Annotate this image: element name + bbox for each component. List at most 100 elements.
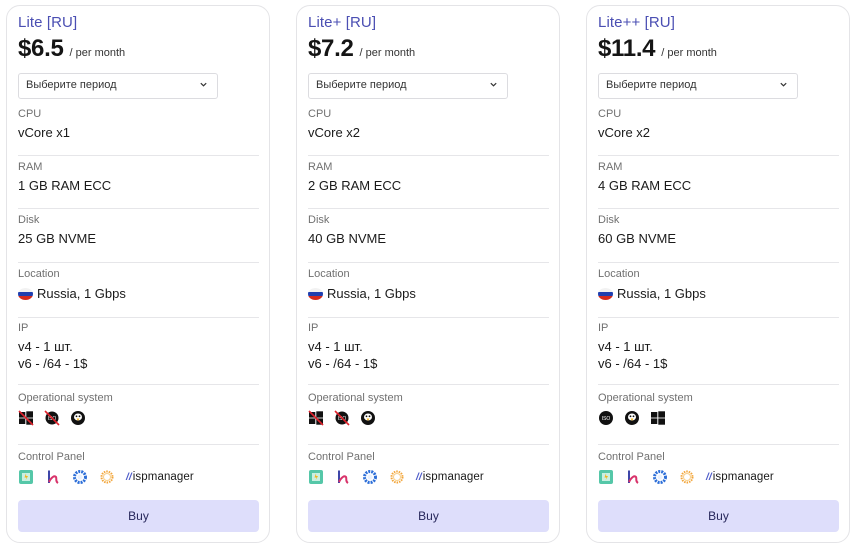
linux-icon: [624, 410, 640, 426]
cpu-value: vCore x2: [308, 125, 361, 140]
disk-label: Disk: [18, 214, 40, 226]
divider: [598, 317, 839, 318]
ip-v6-value: v6 - /64 - 1$: [308, 356, 378, 371]
control-panel-section: Control Panel // ispmanager: [18, 451, 259, 501]
ip-label: IP: [308, 322, 319, 334]
svg-text:ISO: ISO: [602, 416, 611, 422]
cpu-label: CPU: [308, 108, 332, 120]
cpu-section: CPU vCore x2: [308, 108, 549, 156]
divider: [598, 208, 839, 209]
os-label: Operational system: [598, 392, 693, 404]
cpu-value: vCore x1: [18, 125, 71, 140]
plan-title: Lite [RU]: [18, 14, 78, 31]
linux-icon: [360, 410, 376, 426]
period-select[interactable]: Выберите период: [598, 73, 798, 99]
ram-section: RAM 2 GB RAM ECC: [308, 161, 549, 209]
linux-icon: [70, 410, 86, 426]
ispmanager-label: ispmanager: [712, 471, 774, 483]
buy-button[interactable]: Buy: [308, 500, 549, 532]
iso-disabled-icon: ISO: [44, 410, 60, 426]
ram-value: 4 GB RAM ECC: [598, 178, 692, 193]
control-panel-green-icon: [308, 469, 324, 485]
ispmanager-slashes-icon: //: [416, 471, 422, 483]
ram-value: 2 GB RAM ECC: [308, 178, 402, 193]
windows-disabled-icon: [308, 410, 324, 426]
control-panel-k-icon: [335, 469, 351, 485]
os-section: Operational system ISO: [308, 392, 549, 445]
price-period-label: / per month: [661, 47, 717, 59]
period-select-value: Выберите период: [26, 79, 117, 91]
ispmanager-slashes-icon: //: [706, 471, 712, 483]
cpu-label: CPU: [18, 108, 42, 120]
divider: [308, 208, 549, 209]
control-panel-blue-ring-icon: [72, 469, 88, 485]
price-row: $7.2 / per month: [308, 35, 415, 63]
disk-value: 60 GB NVME: [598, 231, 677, 246]
divider: [308, 384, 549, 385]
chevron-down-icon: [200, 82, 207, 87]
windows-disabled-icon: [18, 410, 34, 426]
windows-icon: [650, 410, 666, 426]
price-row: $11.4 / per month: [598, 35, 717, 63]
control-panel-label: Control Panel: [18, 451, 85, 463]
control-panel-icons: // ispmanager: [598, 469, 839, 485]
os-section: Operational system ISO: [18, 392, 259, 445]
os-icons: ISO: [308, 410, 549, 426]
os-label: Operational system: [308, 392, 403, 404]
disk-value: 40 GB NVME: [308, 231, 387, 246]
cpu-label: CPU: [598, 108, 622, 120]
cpu-section: CPU vCore x1: [18, 108, 259, 156]
ispmanager-logo: // ispmanager: [706, 471, 774, 483]
control-panel-blue-ring-icon: [362, 469, 378, 485]
ram-section: RAM 1 GB RAM ECC: [18, 161, 259, 209]
control-panel-icons: // ispmanager: [308, 469, 549, 485]
location-label: Location: [308, 268, 350, 280]
ip-v6-value: v6 - /64 - 1$: [18, 356, 88, 371]
ip-section: IP v4 - 1 шт. v6 - /64 - 1$: [598, 322, 839, 385]
ram-value: 1 GB RAM ECC: [18, 178, 112, 193]
ispmanager-slashes-icon: //: [126, 471, 132, 483]
location-label: Location: [18, 268, 60, 280]
russia-flag-icon: [18, 287, 33, 300]
control-panel-k-icon: [625, 469, 641, 485]
os-icons: ISO: [18, 410, 259, 426]
iso-icon: ISO: [598, 410, 614, 426]
price-period-label: / per month: [69, 47, 126, 59]
divider: [18, 317, 259, 318]
divider: [18, 262, 259, 263]
divider: [18, 384, 259, 385]
location-value-row: Russia, 1 Gbps: [18, 285, 259, 302]
buy-button[interactable]: Buy: [18, 500, 259, 532]
plan-title: Lite+ [RU]: [308, 14, 377, 31]
divider: [598, 262, 839, 263]
ispmanager-logo: // ispmanager: [126, 471, 194, 483]
plan-card: Lite++ [RU] $11.4 / per month Выберите п…: [586, 5, 850, 543]
control-panel-blue-ring-icon: [652, 469, 668, 485]
divider: [308, 444, 549, 445]
location-value: Russia, 1 Gbps: [617, 286, 706, 301]
control-panel-k-icon: [45, 469, 61, 485]
control-panel-orange-ring-icon: [389, 469, 405, 485]
ip-section: IP v4 - 1 шт. v6 - /64 - 1$: [308, 322, 549, 385]
ip-label: IP: [598, 322, 609, 334]
buy-button[interactable]: Buy: [598, 500, 839, 532]
os-icons: ISO: [598, 410, 839, 426]
control-panel-green-icon: [598, 469, 614, 485]
period-select[interactable]: Выберите период: [308, 73, 508, 99]
ispmanager-label: ispmanager: [422, 471, 484, 483]
ip-label: IP: [18, 322, 29, 334]
disk-section: Disk 25 GB NVME: [18, 214, 259, 263]
ip-v4-value: v4 - 1 шт.: [598, 339, 653, 354]
divider: [18, 155, 259, 156]
cpu-section: CPU vCore x2: [598, 108, 839, 156]
period-select[interactable]: Выберите период: [18, 73, 218, 99]
divider: [18, 208, 259, 209]
location-section: Location Russia, 1 Gbps: [598, 268, 839, 318]
ram-label: RAM: [598, 161, 623, 173]
ram-label: RAM: [308, 161, 333, 173]
os-label: Operational system: [18, 392, 113, 404]
disk-section: Disk 60 GB NVME: [598, 214, 839, 263]
price-row: $6.5 / per month: [18, 35, 125, 63]
russia-flag-icon: [598, 287, 613, 300]
plan-card: Lite [RU] $6.5 / per month Выберите пери…: [6, 5, 270, 543]
